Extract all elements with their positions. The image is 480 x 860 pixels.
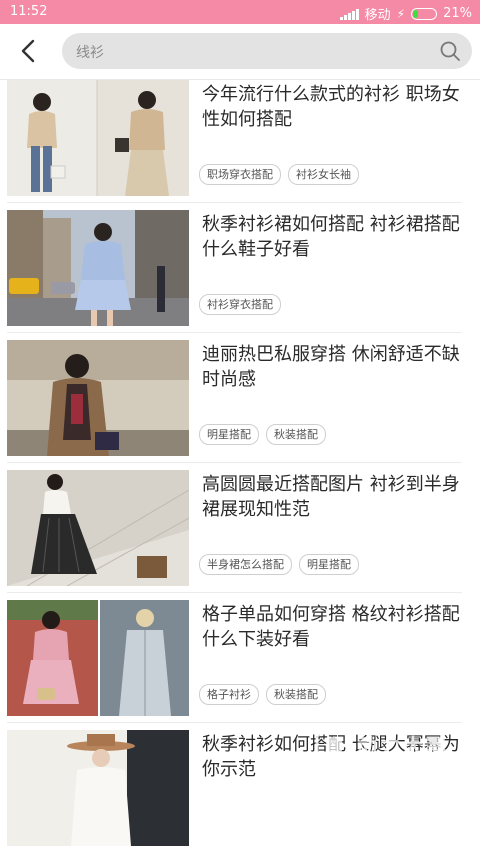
article-title[interactable]: 秋季衬衫裙如何搭配 衬衫裙搭配什么鞋子好看 [202,212,468,262]
article-item[interactable]: 格子单品如何穿搭 格纹衬衫搭配什么下装好看 格子衬衫 秋装搭配 [0,600,480,730]
search-header: 线衫 [0,24,480,80]
tag-chip[interactable]: 衬衫女长袖 [288,164,359,185]
search-query: 线衫 [76,45,104,61]
tag-chip[interactable]: 秋装搭配 [266,684,326,705]
status-bar: 11:52 移动 ⚡ 21% [0,0,480,24]
tag-list: 衬衫穿衣搭配 [199,294,281,315]
item-divider [7,592,462,593]
status-indicators: 移动 ⚡ 21% [339,4,472,23]
bolt-icon: ⚡ [396,6,406,21]
battery-icon [411,7,438,20]
signal-icon [339,8,359,20]
hexagon-logo-icon [315,724,353,768]
tag-chip[interactable]: 明星搭配 [299,554,359,575]
tag-chip[interactable]: 半身裙怎么搭配 [199,554,292,575]
watermark-text: 动力大幂 [357,734,449,758]
article-title[interactable]: 高圆圆最近搭配图片 衬衫到半身裙展现知性范 [202,472,468,522]
tag-list: 职场穿衣搭配 衬衫女长袖 [199,164,359,185]
tag-list: 格子衬衫 秋装搭配 [199,684,326,705]
battery-percent: 21% [443,6,472,21]
status-time: 11:52 [10,4,48,19]
watermark-logo: 动力大幂 YING JIAN ZHI JIA.COM [312,714,480,794]
article-thumbnail [7,340,189,456]
article-thumbnail [7,210,189,326]
search-input[interactable]: 线衫 [62,33,472,69]
item-divider [7,202,462,203]
tag-chip[interactable]: 秋装搭配 [266,424,326,445]
article-title[interactable]: 今年流行什么款式的衬衫 职场女性如何搭配 [202,82,468,132]
carrier-label: 移动 [364,8,391,23]
tag-chip[interactable]: 衬衫穿衣搭配 [199,294,281,315]
watermark-subtext: YING JIAN ZHI JIA.COM [354,762,475,772]
article-title[interactable]: 格子单品如何穿搭 格纹衬衫搭配什么下装好看 [202,602,468,652]
tag-list: 半身裙怎么搭配 明星搭配 [199,554,359,575]
article-item[interactable]: 秋季衬衫裙如何搭配 衬衫裙搭配什么鞋子好看 衬衫穿衣搭配 [0,210,480,340]
back-arrow-icon[interactable] [14,36,44,66]
article-thumbnail [7,80,189,196]
item-divider [7,332,462,333]
search-icon[interactable] [438,39,462,63]
article-title[interactable]: 迪丽热巴私服穿搭 休闲舒适不缺时尚感 [202,342,468,392]
tag-chip[interactable]: 职场穿衣搭配 [199,164,281,185]
item-divider [7,462,462,463]
tag-list: 明星搭配 秋装搭配 [199,424,326,445]
article-item[interactable]: 迪丽热巴私服穿搭 休闲舒适不缺时尚感 明星搭配 秋装搭配 [0,340,480,470]
article-thumbnail [7,730,189,846]
tag-chip[interactable]: 明星搭配 [199,424,259,445]
article-item[interactable]: 高圆圆最近搭配图片 衬衫到半身裙展现知性范 半身裙怎么搭配 明星搭配 [0,470,480,600]
tag-chip[interactable]: 格子衬衫 [199,684,259,705]
article-thumbnail [7,470,189,586]
article-thumbnail [7,600,189,716]
article-item[interactable]: 今年流行什么款式的衬衫 职场女性如何搭配 职场穿衣搭配 衬衫女长袖 [0,80,480,210]
